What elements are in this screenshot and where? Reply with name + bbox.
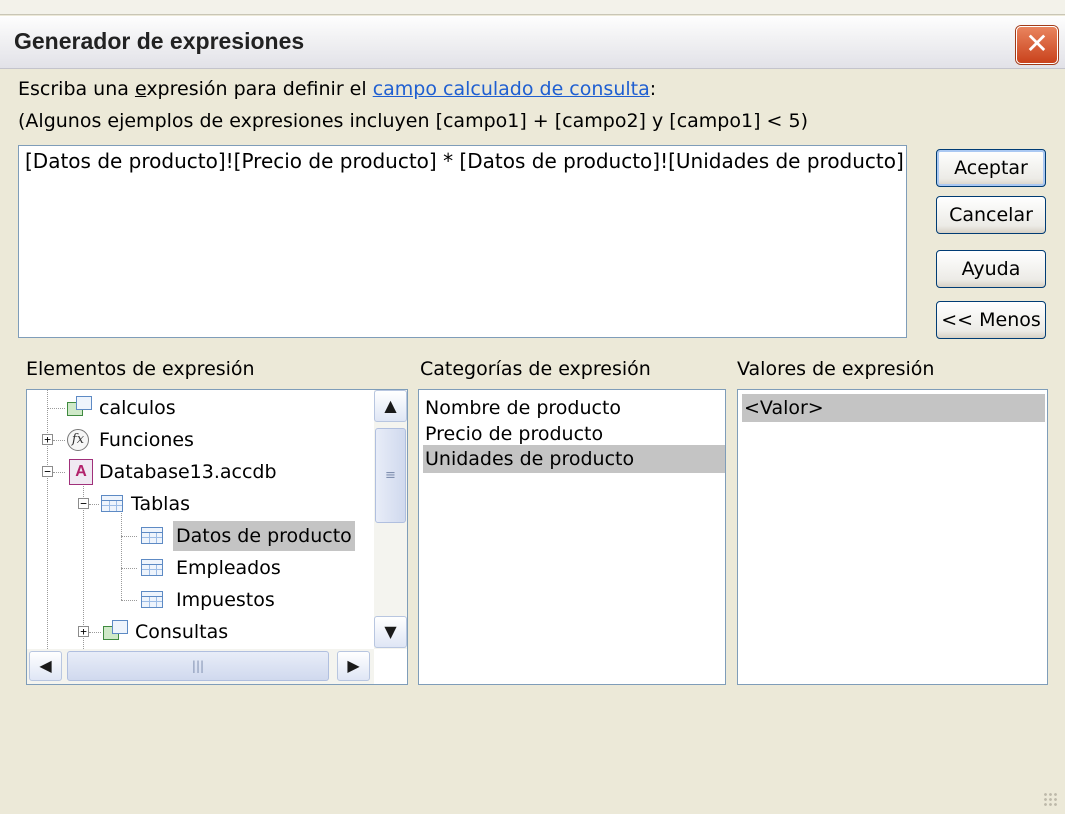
tree-connector [121,568,137,570]
close-icon: ✕ [1025,27,1049,60]
tree-item-database[interactable]: − A Database13.accdb [27,457,372,487]
scroll-right-button[interactable]: ▶ [337,651,370,681]
chevron-down-icon: ▼ [384,622,397,641]
instruction-line-2: (Algunos ejemplos de expresiones incluye… [18,110,808,132]
table-icon [141,591,163,608]
dialog-title: Generador de expresiones [14,28,305,54]
list-item-selected[interactable]: Unidades de producto [423,445,725,473]
tree-connector [89,504,99,506]
instruction-line-1: Escriba una expresión para definir el ca… [18,78,657,100]
list-item[interactable]: Precio de producto [423,420,725,448]
background-window-strip [0,0,1065,15]
collapse-icon[interactable]: − [42,466,53,477]
ok-button[interactable]: Aceptar [936,149,1046,187]
tree-item-calculos[interactable]: calculos [27,393,372,423]
scroll-left-button[interactable]: ◀ [29,651,62,681]
values-label: Valores de expresión [737,358,935,380]
scroll-down-button[interactable]: ▼ [374,616,407,648]
grip-icon: ≡ [385,468,396,483]
list-item[interactable]: Nombre de producto [423,394,725,422]
chevron-left-icon: ◀ [39,656,52,675]
resize-grip-icon[interactable] [1043,792,1057,806]
tree-vertical-scrollbar[interactable]: ▲ ≡ ▼ [374,390,407,649]
vertical-scroll-thumb[interactable]: ≡ [375,428,406,523]
title-bar[interactable]: Generador de expresiones ✕ [0,16,1065,69]
tree-item-datos-de-producto[interactable]: Datos de producto [27,521,372,551]
tree-item-empleados[interactable]: Empleados [27,553,372,583]
tree-connector [89,632,101,634]
expression-text: [Datos de producto]![Precio de producto]… [25,149,904,173]
list-item-selected[interactable]: <Valor> [742,394,1045,422]
tree-connector [47,408,65,410]
expression-categories-list[interactable]: Nombre de producto Precio de producto Un… [418,389,726,685]
categories-label: Categorías de expresión [420,358,651,380]
expression-values-list[interactable]: <Valor> [737,389,1048,685]
close-button[interactable]: ✕ [1016,26,1058,64]
table-icon [141,527,163,544]
help-button[interactable]: Ayuda [936,250,1046,288]
chevron-right-icon: ▶ [347,656,360,675]
scroll-up-button[interactable]: ▲ [374,390,407,422]
tree-connector [121,600,137,602]
query-icon [67,396,93,418]
function-icon: fx [67,429,89,451]
less-button[interactable]: << Menos [936,301,1046,339]
table-icon [101,495,123,512]
tree-item-impuestos[interactable]: Impuestos [27,585,372,615]
tree-item-consultas[interactable]: + Consultas [27,617,372,647]
tree-connector [53,472,65,474]
collapse-icon[interactable]: − [78,498,89,509]
access-database-icon: A [69,459,93,485]
expand-icon[interactable]: + [78,626,89,637]
tree-connector [121,536,137,538]
chevron-up-icon: ▲ [384,396,397,415]
table-icon [141,559,163,576]
grip-icon: ||| [191,659,205,673]
cancel-button[interactable]: Cancelar [936,196,1046,234]
tree-connector [53,440,65,442]
expression-input[interactable]: [Datos de producto]![Precio de producto]… [18,145,907,338]
elements-label: Elementos de expresión [26,358,255,380]
calculated-field-link[interactable]: campo calculado de consulta [373,78,650,100]
tree-horizontal-scrollbar[interactable]: ◀ ||| ▶ [27,649,374,684]
horizontal-scroll-thumb[interactable]: ||| [67,651,329,681]
expand-icon[interactable]: + [42,434,53,445]
query-icon [103,620,129,642]
expression-elements-tree[interactable]: calculos + fx Funciones − A Database13.a… [26,389,408,685]
tree-item-funciones[interactable]: + fx Funciones [27,425,372,455]
tree-item-tablas[interactable]: − Tablas [27,489,372,519]
